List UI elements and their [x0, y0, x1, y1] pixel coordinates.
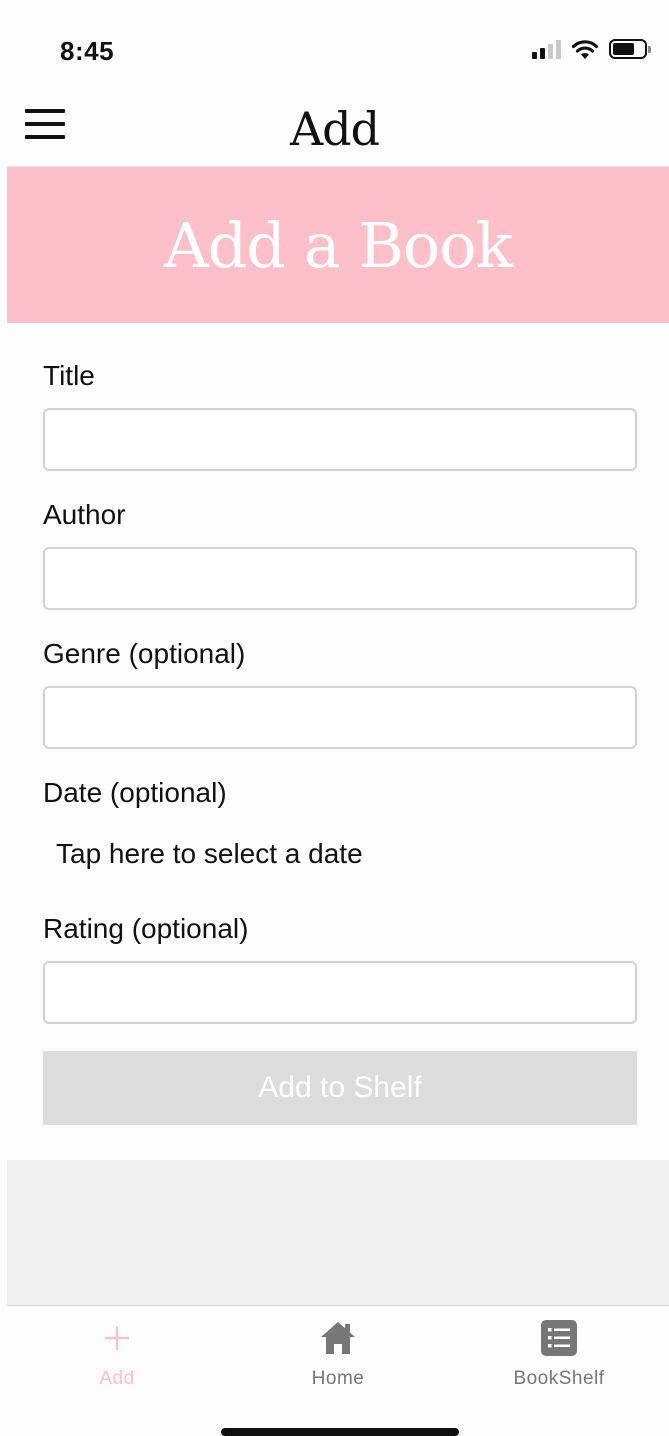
genre-input[interactable] [43, 686, 637, 749]
tab-bookshelf[interactable]: BookShelf [449, 1306, 669, 1406]
rating-label: Rating (optional) [43, 913, 249, 944]
rating-input[interactable] [43, 961, 637, 1024]
wifi-icon [571, 40, 599, 59]
date-label: Date (optional) [43, 777, 227, 808]
author-input[interactable] [43, 547, 637, 610]
plus-icon [7, 1316, 227, 1360]
status-bar: 8:45 [0, 0, 669, 100]
tab-home-label: Home [311, 1368, 365, 1389]
title-input[interactable] [43, 408, 637, 471]
status-icons [532, 38, 651, 60]
tab-home[interactable]: Home [228, 1306, 448, 1406]
add-to-shelf-button[interactable]: Add to Shelf [43, 1051, 637, 1125]
content-spacer [7, 1160, 669, 1305]
app-header: Add [0, 100, 669, 166]
hamburger-menu-icon[interactable] [25, 109, 65, 139]
genre-label: Genre (optional) [43, 638, 246, 669]
status-time: 8:45 [60, 36, 115, 66]
author-label: Author [43, 499, 126, 530]
cellular-signal-icon [532, 39, 561, 59]
tab-bookshelf-label: BookShelf [513, 1368, 605, 1389]
header-title: Add [289, 102, 380, 156]
tab-bar: Add Home BookShelf [7, 1305, 669, 1436]
home-icon [228, 1316, 448, 1360]
banner-title: Add a Book [163, 208, 513, 282]
date-picker[interactable]: Tap here to select a date [56, 838, 363, 870]
title-label: Title [43, 360, 95, 391]
battery-icon [609, 39, 651, 59]
tab-add-label: Add [99, 1368, 135, 1389]
list-icon [449, 1316, 669, 1360]
home-indicator[interactable] [221, 1428, 459, 1436]
page-banner: Add a Book [7, 166, 669, 323]
tab-add[interactable]: Add [7, 1306, 227, 1406]
